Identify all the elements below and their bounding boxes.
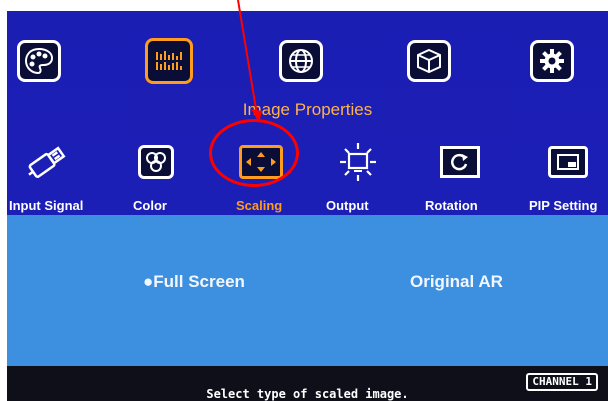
annotation-arrow xyxy=(237,0,262,123)
